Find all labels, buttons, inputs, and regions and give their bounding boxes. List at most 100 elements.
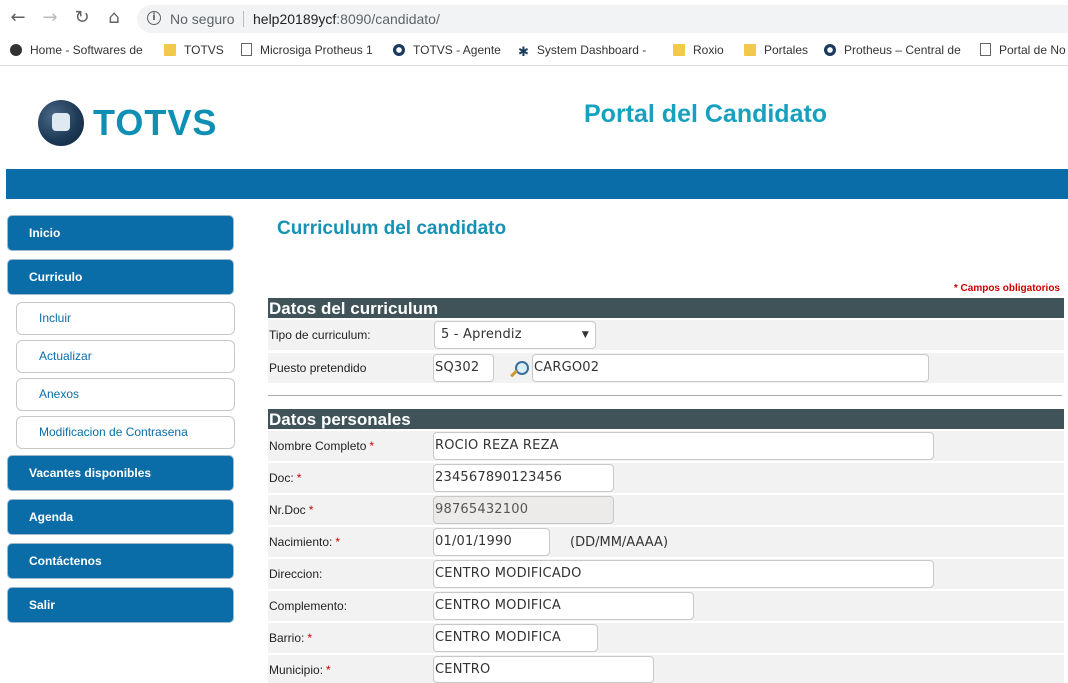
bookmark-label: Portales: [764, 43, 809, 57]
page-icon: [241, 43, 252, 56]
sidebar-item-vacantes[interactable]: Vacantes disponibles: [7, 455, 234, 491]
totvs-logo-icon: [38, 100, 84, 146]
required-mark: *: [308, 503, 314, 517]
bookmark-label: Home - Softwares de: [30, 43, 143, 57]
tipo-curriculum-select[interactable]: 5 - Aprendiz ▼: [434, 321, 596, 349]
dropdown-arrow-icon: ▼: [581, 330, 589, 340]
address-divider: [243, 11, 244, 27]
sidebar-item-agenda[interactable]: Agenda: [7, 499, 234, 535]
barrio-label-text: Barrio:: [269, 631, 305, 645]
bookmark-label: Roxio: [693, 43, 724, 57]
form-row-puesto: Puesto pretendido SQ302 CARGO02: [268, 353, 1064, 383]
bookmarks-bar: Home - Softwares de TOTVS Microsiga Prot…: [0, 37, 1068, 66]
direccion-field[interactable]: CENTRO MODIFICADO: [433, 560, 934, 588]
barrio-label: Barrio: *: [269, 631, 312, 645]
required-fields-note: * Campos obligatorios: [953, 283, 1060, 294]
date-format-hint: (DD/MM/AAAA): [570, 535, 669, 550]
barrio-field[interactable]: CENTRO MODIFICA: [433, 624, 598, 652]
header-bar: [6, 169, 1068, 199]
sidebar-item-actualizar[interactable]: Actualizar: [16, 340, 235, 373]
nrdoc-label-text: Nr.Doc: [269, 503, 306, 517]
bookmark-roxio[interactable]: Roxio: [673, 43, 724, 59]
info-icon[interactable]: i: [147, 11, 161, 25]
complemento-field[interactable]: CENTRO MODIFICA: [433, 592, 694, 620]
form-row-complemento: Complemento: CENTRO MODIFICA: [268, 591, 1064, 621]
page-icon: [980, 43, 991, 56]
sidebar-item-modificacion-contrasena[interactable]: Modificacion de Contrasena: [16, 416, 235, 449]
sidebar-item-salir[interactable]: Salir: [7, 587, 234, 623]
sidebar-item-anexos[interactable]: Anexos: [16, 378, 235, 411]
required-mark: *: [326, 663, 331, 677]
nacimiento-field[interactable]: 01/01/1990: [433, 528, 550, 556]
totvs-icon: [393, 44, 405, 56]
form-row-tipo: Tipo de curriculum: 5 - Aprendiz ▼: [268, 320, 1064, 350]
section-header-curriculum: Datos del curriculum: [268, 298, 1064, 318]
doc-label: Doc: *: [269, 471, 301, 485]
section-divider: [268, 395, 1062, 396]
bookmark-portales[interactable]: Portales: [744, 43, 808, 59]
municipio-label-text: Municipio:: [269, 663, 324, 677]
required-mark: *: [369, 439, 375, 453]
direccion-label: Direccion:: [269, 567, 323, 581]
folder-icon: [164, 44, 176, 56]
nombre-label: Nombre Completo *: [269, 439, 374, 453]
municipio-label: Municipio: *: [269, 663, 331, 677]
portal-title: Portal del Candidato: [584, 100, 828, 128]
back-arrow-icon[interactable]: ←: [8, 8, 28, 28]
puesto-code-field[interactable]: SQ302: [433, 354, 494, 382]
bookmark-system-dashboard[interactable]: ✱ System Dashboard -: [518, 43, 646, 59]
form-row-direccion: Direccion: CENTRO MODIFICADO: [268, 559, 1064, 589]
totvs-icon: [824, 44, 836, 56]
form-row-barrio: Barrio: * CENTRO MODIFICA: [268, 623, 1064, 653]
nrdoc-field: 98765432100: [433, 496, 614, 524]
puesto-label: Puesto pretendido: [269, 361, 367, 375]
url-text[interactable]: help20189ycf:8090/candidato/: [253, 11, 440, 27]
sidebar-item-incluir[interactable]: Incluir: [16, 302, 235, 335]
puesto-desc-field[interactable]: CARGO02: [532, 354, 929, 382]
folder-icon: [744, 44, 756, 56]
form-row-nombre: Nombre Completo * ROCIO REZA REZA: [268, 431, 1064, 461]
folder-icon: [673, 44, 685, 56]
address-bar[interactable]: i No seguro help20189ycf:8090/candidato/: [137, 5, 1068, 33]
page-title: Curriculum del candidato: [277, 218, 507, 239]
form-row-nrdoc: Nr.Doc * 98765432100: [268, 495, 1064, 525]
bookmark-totvs-agente[interactable]: TOTVS - Agente: [393, 43, 501, 59]
bookmark-label: Portal de No: [999, 43, 1066, 57]
bookmark-label: TOTVS: [184, 43, 224, 57]
forward-arrow-icon[interactable]: →: [40, 8, 60, 28]
jira-icon: ✱: [518, 45, 529, 60]
bookmark-portal-de-no[interactable]: Portal de No: [980, 43, 1066, 59]
form-row-nacimiento: Nacimiento: * 01/01/1990 (DD/MM/AAAA): [268, 527, 1064, 557]
nacimiento-label: Nacimiento: *: [269, 535, 340, 549]
section-header-personal: Datos personales: [268, 409, 1064, 429]
globe-icon: [10, 44, 22, 56]
sidebar-item-curriculo[interactable]: Curriculo: [7, 259, 234, 295]
nombre-field[interactable]: ROCIO REZA REZA: [433, 432, 934, 460]
bookmark-totvs[interactable]: TOTVS: [164, 43, 224, 59]
logo-text: TOTVS: [93, 102, 218, 143]
bookmark-microsiga[interactable]: Microsiga Protheus 1: [241, 43, 373, 59]
nacimiento-label-text: Nacimiento:: [269, 535, 333, 549]
sidebar-item-contactenos[interactable]: Contáctenos: [7, 543, 234, 579]
doc-field[interactable]: 234567890123456: [433, 464, 614, 492]
bookmark-label: System Dashboard -: [536, 43, 647, 57]
complemento-label: Complemento:: [269, 599, 348, 613]
sidebar-item-inicio[interactable]: Inicio: [7, 215, 234, 251]
bookmark-label: TOTVS - Agente: [413, 43, 501, 57]
bookmark-protheus-central[interactable]: Protheus – Central de: [824, 43, 961, 59]
browser-toolbar: ← → ↻ ⌂ i No seguro help20189ycf:8090/ca…: [0, 0, 1068, 37]
magnifier-icon[interactable]: [509, 360, 529, 380]
tipo-selected-value: 5 - Aprendiz: [441, 327, 522, 342]
required-mark: *: [296, 471, 302, 485]
nrdoc-label: Nr.Doc *: [269, 503, 313, 517]
url-host: help20189ycf: [253, 11, 337, 27]
municipio-field[interactable]: CENTRO: [433, 656, 654, 683]
home-icon[interactable]: ⌂: [104, 8, 124, 28]
bookmark-home-softwares[interactable]: Home - Softwares de: [10, 43, 143, 59]
reload-icon[interactable]: ↻: [72, 8, 92, 28]
form-row-municipio: Municipio: * CENTRO: [268, 655, 1064, 683]
bookmark-label: Protheus – Central de: [844, 43, 961, 57]
nombre-label-text: Nombre Completo: [269, 439, 367, 453]
security-label[interactable]: No seguro: [170, 11, 235, 27]
tipo-label: Tipo de curriculum:: [269, 328, 371, 342]
